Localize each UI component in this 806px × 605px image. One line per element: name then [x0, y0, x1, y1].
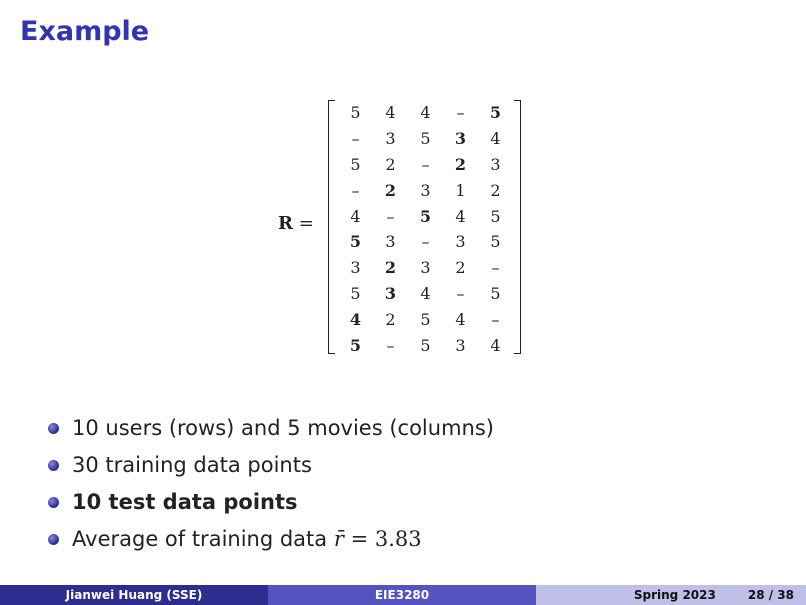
- bullet-icon: [48, 534, 59, 545]
- matrix-cell: 4: [385, 103, 396, 123]
- matrix-cell: –: [386, 335, 395, 355]
- matrix-cell: 2: [385, 154, 396, 174]
- matrix-cell: –: [491, 258, 500, 278]
- matrix-cell: 4: [420, 283, 431, 303]
- matrix-row: 3 2 3 2 –: [338, 255, 518, 281]
- matrix-cell-test: 5: [349, 232, 362, 252]
- matrix-cell: 1: [455, 180, 466, 200]
- footer-bar: Jianwei Huang (SSE) EIE3280 Spring 2023 …: [0, 585, 806, 605]
- matrix-row: 5 – 5 3 4: [338, 332, 518, 358]
- bullet-item: Average of training data r̄ = 3.83: [46, 521, 494, 558]
- matrix-row: 5 3 4 – 5: [338, 281, 518, 307]
- matrix-cell: 2: [490, 180, 501, 200]
- left-bracket: [328, 100, 335, 354]
- bullet-item: 30 training data points: [46, 447, 494, 484]
- matrix-cell-test: 4: [349, 309, 362, 329]
- rating-matrix: R = 5 4 4–5–3 5 3 4 5 2–2 3–2 3 1 2 4–5 4 5 5 3–3 5 3 2 3 2–5…: [278, 100, 538, 355]
- matrix-cell: 3: [350, 258, 361, 278]
- matrix-cell-test: 3: [384, 283, 397, 303]
- matrix-cell: 3: [385, 129, 396, 149]
- matrix-cell: 2: [385, 309, 396, 329]
- bullet-item: 10 users (rows) and 5 movies (columns): [46, 410, 494, 447]
- matrix-row: 5 2 – 2 3: [338, 152, 518, 178]
- matrix-cell: 4: [455, 206, 466, 226]
- bullet-list: 10 users (rows) and 5 movies (columns) 3…: [46, 410, 494, 558]
- average-value: 3.83: [374, 527, 422, 551]
- matrix-cell: 3: [385, 232, 396, 252]
- matrix-cell: 3: [420, 258, 431, 278]
- matrix-cell: –: [421, 232, 430, 252]
- matrix-cell: 4: [350, 206, 361, 226]
- matrix-cell: 5: [420, 129, 431, 149]
- matrix-cell: 5: [350, 103, 361, 123]
- matrix-cell: 5: [420, 335, 431, 355]
- matrix-cell-test: 5: [419, 206, 432, 226]
- matrix-label: R =: [278, 213, 314, 234]
- matrix-symbol: R: [278, 213, 293, 234]
- bullet-text: 30 training data points: [72, 453, 312, 477]
- matrix-cell: –: [491, 309, 500, 329]
- equals-sign: =: [343, 527, 375, 551]
- bullet-text: Average of training data: [72, 527, 334, 551]
- footer-page: 28 / 38: [747, 588, 794, 602]
- bullet-text: 10 users (rows) and 5 movies (columns): [72, 416, 494, 440]
- r-bar-symbol: r̄: [333, 527, 344, 551]
- footer-term: Spring 2023: [633, 588, 716, 602]
- matrix-cell-test: 5: [349, 335, 362, 355]
- bullet-icon: [48, 497, 59, 508]
- matrix-cell: 5: [490, 232, 501, 252]
- matrix-cell: –: [456, 283, 465, 303]
- matrix-cell: 3: [490, 154, 501, 174]
- matrix-cell-test: 2: [454, 154, 467, 174]
- bullet-icon: [48, 423, 59, 434]
- matrix-cell: 4: [490, 129, 501, 149]
- matrix-cell: 3: [420, 180, 431, 200]
- matrix-cell: 5: [490, 206, 501, 226]
- matrix-cell-test: 3: [454, 129, 467, 149]
- matrix-cell: 3: [455, 232, 466, 252]
- matrix-cell: –: [351, 180, 360, 200]
- matrix-cell: 3: [455, 335, 466, 355]
- matrix-cell-test: 2: [384, 180, 397, 200]
- matrix-cell: –: [421, 154, 430, 174]
- matrix-cell: 5: [420, 309, 431, 329]
- matrix-cell: 4: [455, 309, 466, 329]
- matrix-cell-test: 2: [384, 258, 397, 278]
- matrix-row: 5 3 – 3 5: [338, 229, 518, 255]
- matrix-row: 4 – 5 4 5: [338, 203, 518, 229]
- bullet-text: 10 test data points: [72, 490, 298, 514]
- matrix-cell: 5: [490, 283, 501, 303]
- matrix-cell-test: 5: [489, 103, 502, 123]
- matrix-row: – 3 5 3 4: [338, 126, 518, 152]
- matrix-row: 5 4 4 – 5: [338, 100, 518, 126]
- footer-right: Spring 2023 28 / 38: [536, 585, 806, 605]
- matrix-cell: 4: [420, 103, 431, 123]
- slide-title: Example: [20, 16, 150, 47]
- matrix-cell: 4: [490, 335, 501, 355]
- matrix-cell: 2: [455, 258, 466, 278]
- matrix-cell: 5: [350, 154, 361, 174]
- matrix-grid: 5 4 4–5–3 5 3 4 5 2–2 3–2 3 1 2 4–5 4 5 5 3–3 5 3 2 3 2–5 3 4–5…: [338, 100, 518, 358]
- right-bracket: [514, 100, 521, 354]
- footer-course: EIE3280: [268, 585, 536, 605]
- bullet-icon: [48, 460, 59, 471]
- footer-author: Jianwei Huang (SSE): [0, 585, 268, 605]
- matrix-cell: –: [386, 206, 395, 226]
- bullet-item: 10 test data points: [46, 484, 494, 521]
- matrix-row: 4 2 5 4 –: [338, 306, 518, 332]
- matrix-cell: –: [456, 103, 465, 123]
- matrix-cell: –: [351, 129, 360, 149]
- matrix-cell: 5: [350, 283, 361, 303]
- matrix-row: – 2 3 1 2: [338, 177, 518, 203]
